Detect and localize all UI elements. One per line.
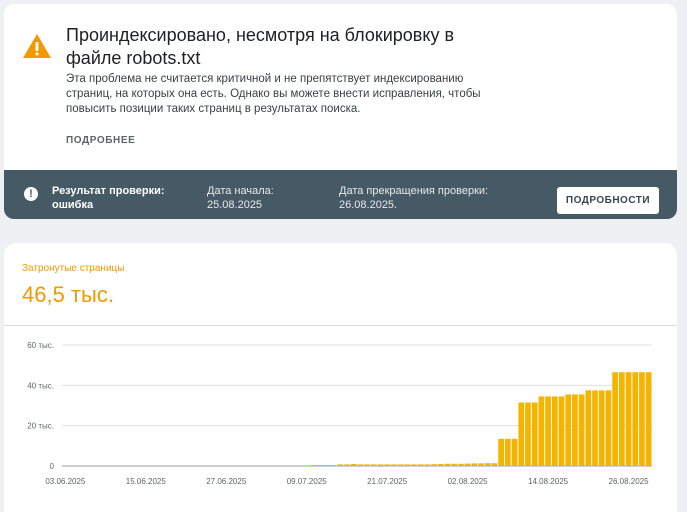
x-tick-label: 15.06.2025 <box>126 477 167 486</box>
chart-card: Затронутые страницы 46,5 тыс. 0 20 тыс. 40… <box>4 243 677 512</box>
chart-bar[interactable] <box>317 464 323 466</box>
validation-status-bar: ! Результат проверки: ошибка Дата начала… <box>4 170 677 219</box>
learn-more-link[interactable]: ПОДРОБНЕЕ <box>66 135 135 146</box>
details-button[interactable]: ПОДРОБНОСТИ <box>557 187 659 214</box>
chart-bar[interactable] <box>377 464 384 466</box>
chart-bar[interactable] <box>578 394 585 466</box>
chart-bar[interactable] <box>498 438 504 466</box>
chart-bar[interactable] <box>551 396 558 466</box>
chart-bar[interactable] <box>357 464 364 466</box>
x-tick-label: 09.07.2025 <box>287 477 328 486</box>
chart-bar[interactable] <box>618 372 625 466</box>
chart-bar[interactable] <box>391 464 397 466</box>
chart-bar[interactable] <box>478 463 484 466</box>
chart-bar[interactable] <box>310 464 317 466</box>
chart-bar[interactable] <box>344 464 350 466</box>
chart-bar[interactable] <box>525 402 531 466</box>
chart-bar[interactable] <box>437 463 444 466</box>
chart-bar[interactable] <box>364 464 370 466</box>
chart-bar[interactable] <box>337 464 344 466</box>
chart-bar[interactable] <box>431 464 437 466</box>
chart-bar[interactable] <box>592 390 598 466</box>
affected-pages-chart: 0 20 тыс. 40 тыс. 60 тыс. 03.06.2025 15.06.20… <box>27 341 652 486</box>
chart-bar[interactable] <box>632 372 639 466</box>
chart-bar[interactable] <box>451 463 458 466</box>
chart-bar[interactable] <box>330 464 337 466</box>
chart-bar[interactable] <box>612 372 618 466</box>
x-tick-label: 27.06.2025 <box>206 477 247 486</box>
chart-bar[interactable] <box>484 463 491 466</box>
chart-bar[interactable] <box>518 402 525 466</box>
chart-bar[interactable] <box>370 464 377 466</box>
validation-start-date: Дата начала: 25.08.2025 <box>207 185 274 211</box>
x-tick-label: 21.07.2025 <box>367 477 408 486</box>
chart-bar[interactable] <box>558 396 565 466</box>
chart-bar[interactable] <box>411 464 417 466</box>
chart-bar[interactable] <box>417 464 424 466</box>
chart-bar[interactable] <box>458 463 464 466</box>
issue-card: Проиндексировано, несмотря на блокировку… <box>4 4 677 219</box>
chart-bar[interactable] <box>323 464 330 466</box>
warning-triangle-icon <box>23 34 51 58</box>
y-tick-label: 60 тыс. <box>27 341 54 350</box>
chart-bar[interactable] <box>572 394 578 466</box>
issue-title: Проиндексировано, несмотря на блокировку… <box>66 25 455 68</box>
x-tick-label: 14.08.2025 <box>528 477 569 486</box>
chart-bar[interactable] <box>464 463 471 466</box>
chart-bar[interactable] <box>511 438 518 466</box>
chart-bar[interactable] <box>491 463 498 466</box>
chart-bar[interactable] <box>639 372 645 466</box>
chart-bar[interactable] <box>605 390 612 466</box>
chart-bar[interactable] <box>471 463 478 466</box>
validation-result: Результат проверки: ошибка <box>52 185 165 211</box>
chart-bar[interactable] <box>538 396 545 466</box>
chart-bar[interactable] <box>444 463 451 466</box>
chart-bar[interactable] <box>625 372 632 466</box>
chart-bar[interactable] <box>404 464 411 466</box>
x-tick-label: 26.08.2025 <box>609 477 650 486</box>
x-tick-label: 03.06.2025 <box>45 477 86 486</box>
chart-bar[interactable] <box>397 464 404 466</box>
chart-bar[interactable] <box>585 390 592 466</box>
chart-bar[interactable] <box>545 396 551 466</box>
alert-circle-icon: ! <box>24 187 38 201</box>
chart-bar[interactable] <box>565 394 572 466</box>
chart-bar[interactable] <box>424 464 431 466</box>
chart-bar[interactable] <box>505 438 511 466</box>
validation-end-date: Дата прекращения проверки: 26.08.2025. <box>339 185 489 211</box>
chart-bar[interactable] <box>350 463 357 466</box>
y-tick-label: 40 тыс. <box>27 381 54 390</box>
chart-bar[interactable] <box>384 464 391 466</box>
issue-description: Эта проблема не считается критичной и не… <box>66 73 481 115</box>
chart-bar[interactable] <box>645 372 652 466</box>
y-tick-label: 20 тыс. <box>27 422 54 431</box>
chart-bar[interactable] <box>531 402 538 466</box>
chart-bar[interactable] <box>598 390 605 466</box>
x-tick-label: 02.08.2025 <box>448 477 489 486</box>
y-tick-label: 0 <box>50 462 55 471</box>
